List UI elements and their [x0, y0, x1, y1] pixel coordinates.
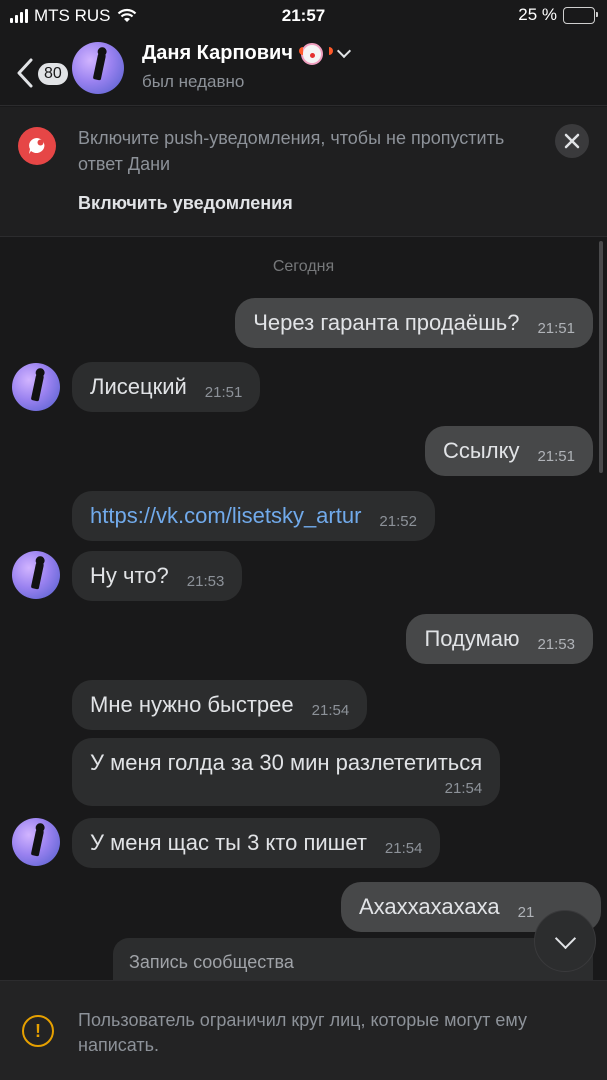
message-text: У меня щас ты 3 кто пишет — [90, 830, 367, 855]
contact-avatar[interactable] — [72, 42, 124, 94]
contact-title[interactable]: Даня Карпович — [142, 42, 352, 65]
message-text: Мне нужно быстрее — [90, 692, 294, 717]
unread-count-badge: 80 — [36, 61, 70, 87]
chevron-left-icon — [17, 58, 33, 88]
sender-avatar[interactable] — [12, 363, 60, 411]
status-bar: MTS RUS 21:57 25 % — [0, 0, 607, 32]
community-post-attachment[interactable]: Запись сообщества — [113, 938, 593, 980]
close-notice-button[interactable] — [555, 124, 589, 158]
incoming-message[interactable]: У меня голда за 30 мин разлететиться 21:… — [72, 738, 501, 806]
message-text: Ну что? — [90, 563, 169, 588]
message-text: Ахаххахахаха — [359, 894, 500, 919]
message-time: 21:51 — [537, 319, 575, 337]
message-time: 21:53 — [186, 572, 225, 590]
battery-icon — [563, 6, 598, 24]
message-time: 21:54 — [384, 839, 423, 857]
scrollbar[interactable] — [599, 241, 603, 473]
sender-avatar[interactable] — [12, 551, 60, 599]
outgoing-message[interactable]: Ссылку 21:51 — [425, 426, 593, 476]
restriction-text: Пользователь ограничил круг лиц, которые… — [78, 1010, 527, 1055]
restriction-banner: ! Пользователь ограничил круг лиц, котор… — [0, 980, 607, 1080]
notice-text: Включите push-уведомления, чтобы не проп… — [78, 128, 505, 174]
chevron-down-icon — [336, 43, 352, 58]
enable-notifications-link[interactable]: Включить уведомления — [78, 193, 293, 214]
message-link[interactable]: https://vk.com/lisetsky_artur — [90, 503, 361, 529]
chat-bubble-icon — [18, 127, 56, 165]
message-text: У меня голда за 30 мин разлететиться — [90, 750, 483, 775]
message-time: 21:54 — [311, 701, 350, 719]
message-time: 21 — [517, 903, 535, 921]
outgoing-message[interactable]: Подумаю 21:53 — [406, 614, 593, 664]
message-time: 21:53 — [537, 635, 575, 653]
close-icon — [564, 133, 580, 149]
message-time: 21:52 — [379, 512, 417, 530]
community-post-label: Запись сообщества — [129, 952, 294, 972]
incoming-message[interactable]: Мне нужно быстрее 21:54 — [72, 680, 368, 730]
message-time: 21:51 — [537, 447, 575, 465]
message-text: Ссылку — [443, 438, 520, 463]
incoming-message[interactable]: У меня щас ты 3 кто пишет 21:54 — [72, 818, 441, 868]
message-text: Лисецкий — [90, 374, 187, 399]
clock: 21:57 — [281, 6, 326, 25]
message-time: 21:54 — [444, 780, 483, 797]
chat-header: 80 Даня Карпович был недавно — [0, 32, 607, 106]
push-notification-banner: Включите push-уведомления, чтобы не проп… — [0, 107, 607, 237]
scroll-to-bottom-button[interactable] — [534, 910, 596, 972]
battery-info: 25 % — [518, 5, 598, 25]
message-text: Через гаранта продаёшь? — [253, 310, 520, 335]
outgoing-message[interactable]: Через гаранта продаёшь? 21:51 — [235, 298, 593, 348]
sender-avatar[interactable] — [12, 818, 60, 866]
incoming-message[interactable]: https://vk.com/lisetsky_artur 21:52 — [72, 491, 435, 541]
contact-name: Даня Карпович — [142, 42, 293, 64]
battery-percent: 25 % — [518, 5, 557, 24]
incoming-message[interactable]: Лисецкий 21:51 — [72, 362, 261, 412]
date-separator: Сегодня — [272, 258, 335, 275]
exclamation-circle-icon: ! — [22, 1015, 54, 1047]
message-time: 21:51 — [204, 383, 243, 401]
message-list[interactable]: Сегодня Через гаранта продаёшь? 21:51 Ли… — [0, 238, 607, 980]
clown-emoji-icon — [298, 42, 333, 65]
back-button[interactable]: 80 — [14, 52, 70, 92]
message-text: Подумаю — [424, 626, 520, 651]
contact-status: был недавно — [142, 72, 245, 91]
incoming-message[interactable]: Ну что? 21:53 — [72, 551, 243, 601]
